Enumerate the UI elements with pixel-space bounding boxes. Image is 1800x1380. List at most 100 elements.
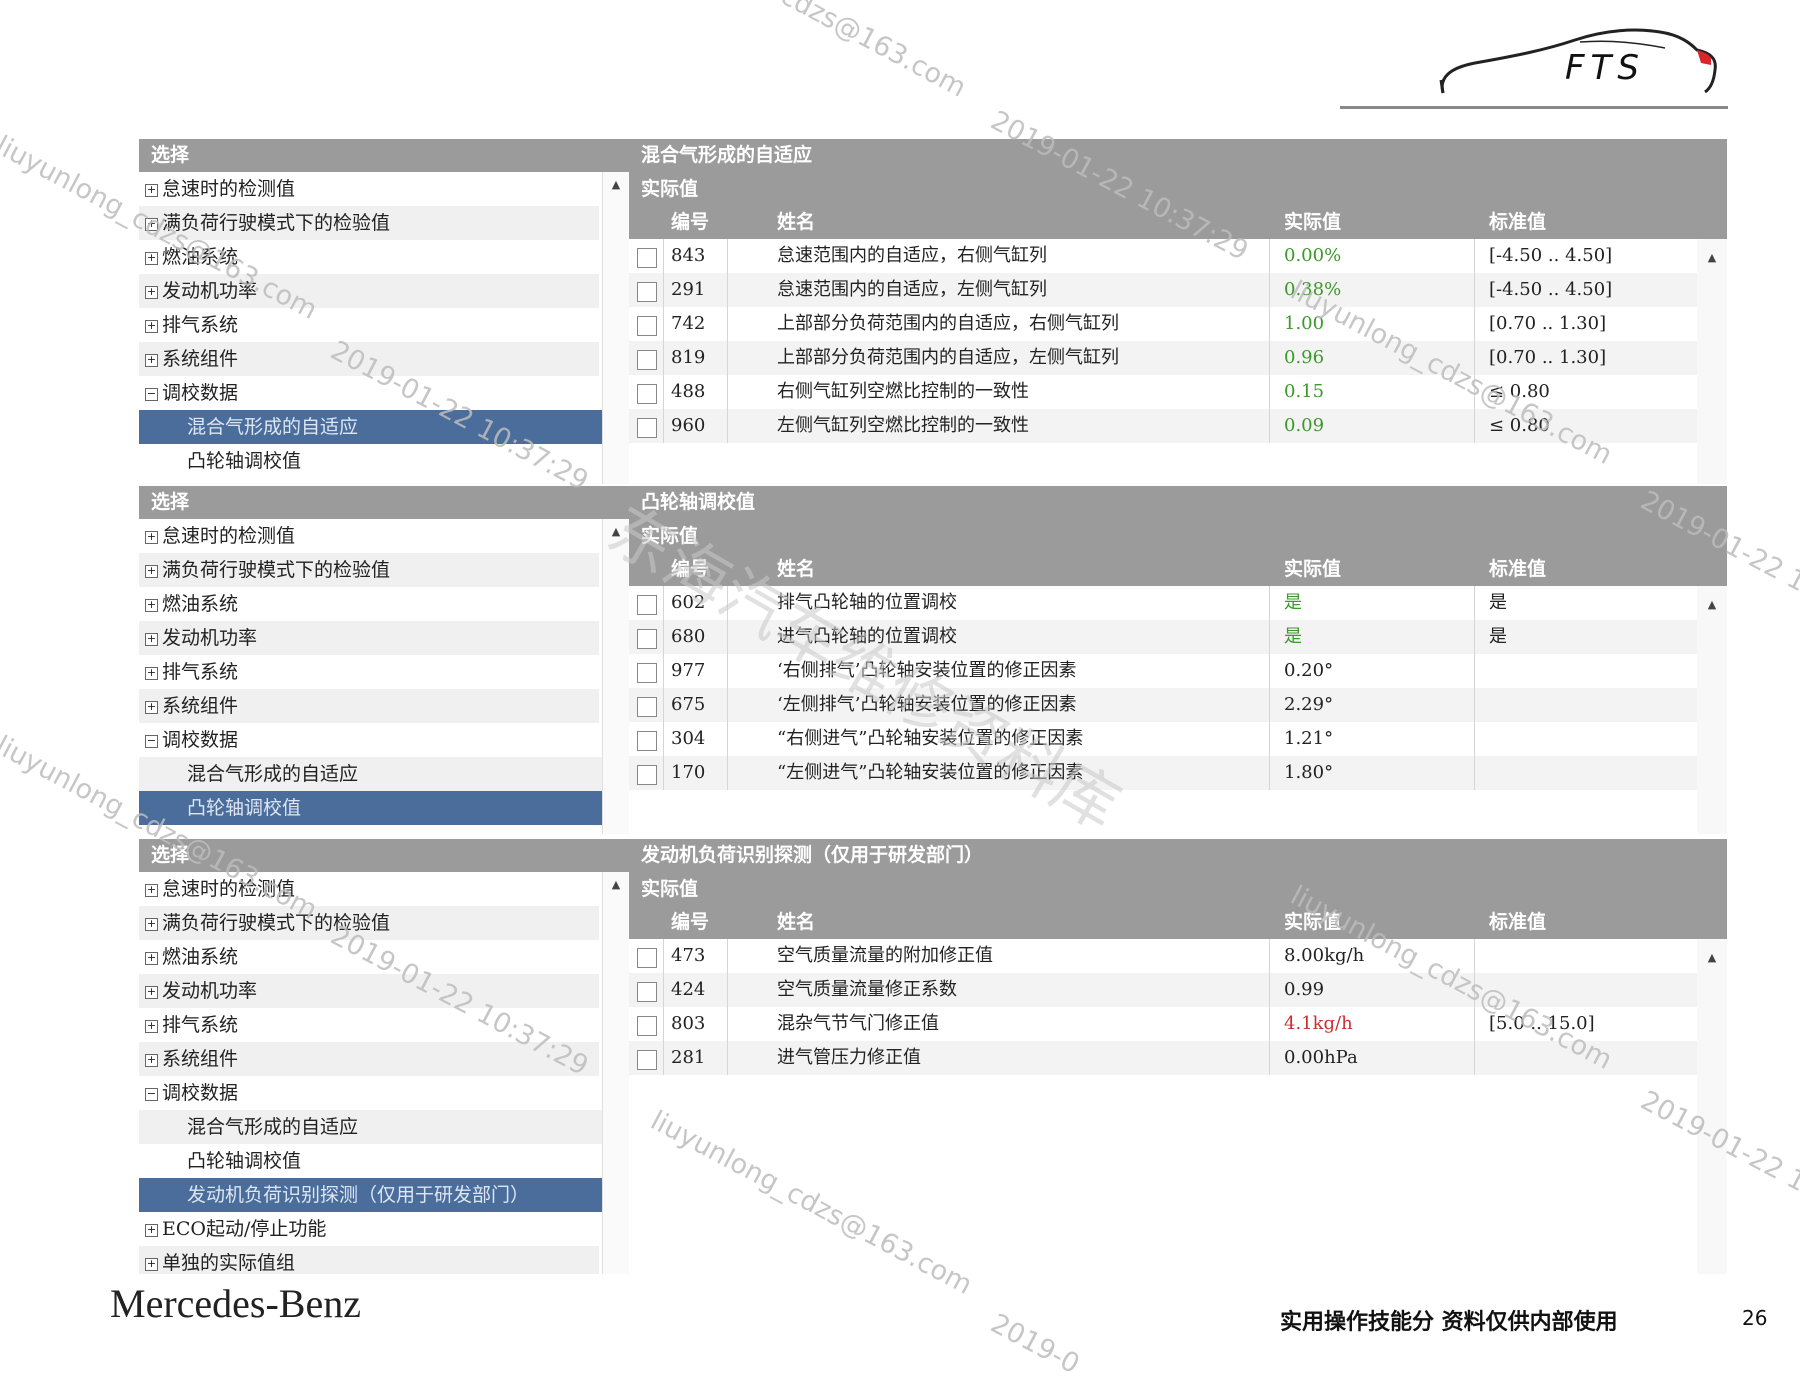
tree-item[interactable]: + 满负荷行驶模式下的检验值: [139, 553, 599, 587]
tree-item[interactable]: + 发动机功率: [139, 974, 599, 1008]
tree-child-item[interactable]: 混合气形成的自适应: [139, 757, 629, 791]
expand-icon[interactable]: +: [145, 530, 158, 544]
table-row[interactable]: 170 “左侧进气”凸轮轴安装位置的修正因素 1.80°: [629, 756, 1727, 790]
table-row[interactable]: 304 “右侧进气”凸轮轴安装位置的修正因素 1.21°: [629, 722, 1727, 756]
expand-icon[interactable]: +: [145, 917, 158, 931]
expand-icon[interactable]: +: [145, 883, 158, 897]
collapse-icon[interactable]: −: [145, 1087, 158, 1101]
column-header-standard[interactable]: 标准值: [1489, 906, 1546, 939]
table-row[interactable]: 680 进气凸轮轴的位置调校 是 是: [629, 620, 1727, 654]
table-scrollbar[interactable]: ▲: [1697, 239, 1727, 484]
expand-icon[interactable]: +: [145, 183, 158, 197]
scroll-up-icon[interactable]: ▲: [1697, 239, 1727, 264]
table-row[interactable]: 424 空气质量流量修正系数 0.99: [629, 973, 1727, 1007]
row-checkbox[interactable]: [637, 629, 657, 649]
row-checkbox[interactable]: [637, 663, 657, 683]
tree-item[interactable]: − 调校数据: [139, 1076, 599, 1110]
row-checkbox[interactable]: [637, 982, 657, 1002]
collapse-icon[interactable]: −: [145, 387, 158, 401]
column-header-name[interactable]: 姓名: [777, 906, 815, 939]
expand-icon[interactable]: +: [145, 632, 158, 646]
tree-item[interactable]: + 系统组件: [139, 342, 599, 376]
row-checkbox[interactable]: [637, 316, 657, 336]
column-header-name[interactable]: 姓名: [777, 206, 815, 239]
table-row[interactable]: 488 右侧气缸列空燃比控制的一致性 0.15 ≤ 0.80: [629, 375, 1727, 409]
collapse-icon[interactable]: −: [145, 734, 158, 748]
table-row[interactable]: 473 空气质量流量的附加修正值 8.00kg/h: [629, 939, 1727, 973]
table-scrollbar[interactable]: ▲: [1697, 586, 1727, 834]
tree-item[interactable]: + 怠速时的检测值: [139, 172, 599, 206]
table-row[interactable]: 742 上部部分负荷范围内的自适应，右侧气缸列 1.00 [0.70 .. 1.30]: [629, 307, 1727, 341]
expand-icon[interactable]: +: [145, 598, 158, 612]
column-header-standard[interactable]: 标准值: [1489, 206, 1546, 239]
row-checkbox[interactable]: [637, 595, 657, 615]
tree-item[interactable]: + 排气系统: [139, 308, 599, 342]
tree-item[interactable]: + ECO起动/停止功能: [139, 1212, 599, 1246]
row-checkbox[interactable]: [637, 697, 657, 717]
expand-icon[interactable]: +: [145, 951, 158, 965]
expand-icon[interactable]: +: [145, 251, 158, 265]
row-checkbox[interactable]: [637, 731, 657, 751]
row-checkbox[interactable]: [637, 1016, 657, 1036]
column-header-actual[interactable]: 实际值: [1284, 553, 1341, 586]
tree-child-item[interactable]: 混合气形成的自适应: [139, 1110, 629, 1144]
tree-child-item[interactable]: 凸轮轴调校值: [139, 444, 629, 478]
tree-child-item[interactable]: 混合气形成的自适应: [139, 410, 629, 444]
tree-scrollbar[interactable]: ▲: [602, 872, 629, 1274]
tree-item[interactable]: + 燃油系统: [139, 940, 599, 974]
tree-item[interactable]: + 燃油系统: [139, 587, 599, 621]
tree-item[interactable]: + 发动机功率: [139, 621, 599, 655]
scroll-up-icon[interactable]: ▲: [603, 172, 629, 191]
tree-item[interactable]: + 怠速时的检测值: [139, 872, 599, 906]
tree-item[interactable]: − 调校数据: [139, 723, 599, 757]
expand-icon[interactable]: +: [145, 700, 158, 714]
row-checkbox[interactable]: [637, 1050, 657, 1070]
row-checkbox[interactable]: [637, 418, 657, 438]
column-header-actual[interactable]: 实际值: [1284, 206, 1341, 239]
expand-icon[interactable]: +: [145, 1053, 158, 1067]
column-header-name[interactable]: 姓名: [777, 553, 815, 586]
tree-child-item[interactable]: 凸轮轴调校值: [139, 791, 629, 825]
column-header-id[interactable]: 编号: [671, 906, 709, 939]
scroll-up-icon[interactable]: ▲: [603, 872, 629, 891]
tree-item[interactable]: + 系统组件: [139, 1042, 599, 1076]
scroll-up-icon[interactable]: ▲: [1697, 939, 1727, 964]
expand-icon[interactable]: +: [145, 319, 158, 333]
table-scrollbar[interactable]: ▲: [1697, 939, 1727, 1274]
tree-child-item[interactable]: 凸轮轴调校值: [139, 1144, 629, 1178]
tree-child-item[interactable]: 发动机负荷识别探测（仅用于研发部门）: [139, 1178, 629, 1212]
expand-icon[interactable]: +: [145, 666, 158, 680]
tree-item[interactable]: + 发动机功率: [139, 274, 599, 308]
expand-icon[interactable]: +: [145, 353, 158, 367]
row-checkbox[interactable]: [637, 384, 657, 404]
row-checkbox[interactable]: [637, 282, 657, 302]
column-header-id[interactable]: 编号: [671, 206, 709, 239]
column-header-id[interactable]: 编号: [671, 553, 709, 586]
tree-scrollbar[interactable]: ▲: [602, 172, 629, 484]
table-row[interactable]: 819 上部部分负荷范围内的自适应，左侧气缸列 0.96 [0.70 .. 1.30]: [629, 341, 1727, 375]
table-row[interactable]: 281 进气管压力修正值 0.00hPa: [629, 1041, 1727, 1075]
row-checkbox[interactable]: [637, 248, 657, 268]
row-checkbox[interactable]: [637, 350, 657, 370]
expand-icon[interactable]: +: [145, 285, 158, 299]
table-row[interactable]: 843 怠速范围内的自适应，右侧气缸列 0.00% [-4.50 .. 4.50]: [629, 239, 1727, 273]
scroll-up-icon[interactable]: ▲: [603, 519, 629, 538]
tree-item[interactable]: + 满负荷行驶模式下的检验值: [139, 206, 599, 240]
table-row[interactable]: 960 左侧气缸列空燃比控制的一致性 0.09 ≤ 0.80: [629, 409, 1727, 443]
expand-icon[interactable]: +: [145, 1223, 158, 1237]
column-header-actual[interactable]: 实际值: [1284, 906, 1341, 939]
column-header-standard[interactable]: 标准值: [1489, 553, 1546, 586]
expand-icon[interactable]: +: [145, 564, 158, 578]
table-row[interactable]: 803 混杂气节气门修正值 4.1kg/h [5.0 .. 15.0]: [629, 1007, 1727, 1041]
tree-item[interactable]: + 怠速时的检测值: [139, 519, 599, 553]
expand-icon[interactable]: +: [145, 985, 158, 999]
table-row[interactable]: 675 ‘左侧排气’凸轮轴安装位置的修正因素 2.29°: [629, 688, 1727, 722]
table-row[interactable]: 602 排气凸轮轴的位置调校 是 是: [629, 586, 1727, 620]
tree-item[interactable]: + 系统组件: [139, 689, 599, 723]
row-checkbox[interactable]: [637, 765, 657, 785]
row-checkbox[interactable]: [637, 948, 657, 968]
table-row[interactable]: 291 怠速范围内的自适应，左侧气缸列 0.38% [-4.50 .. 4.50]: [629, 273, 1727, 307]
expand-icon[interactable]: +: [145, 1257, 158, 1271]
tree-item[interactable]: + 排气系统: [139, 1008, 599, 1042]
tree-item[interactable]: + 排气系统: [139, 655, 599, 689]
